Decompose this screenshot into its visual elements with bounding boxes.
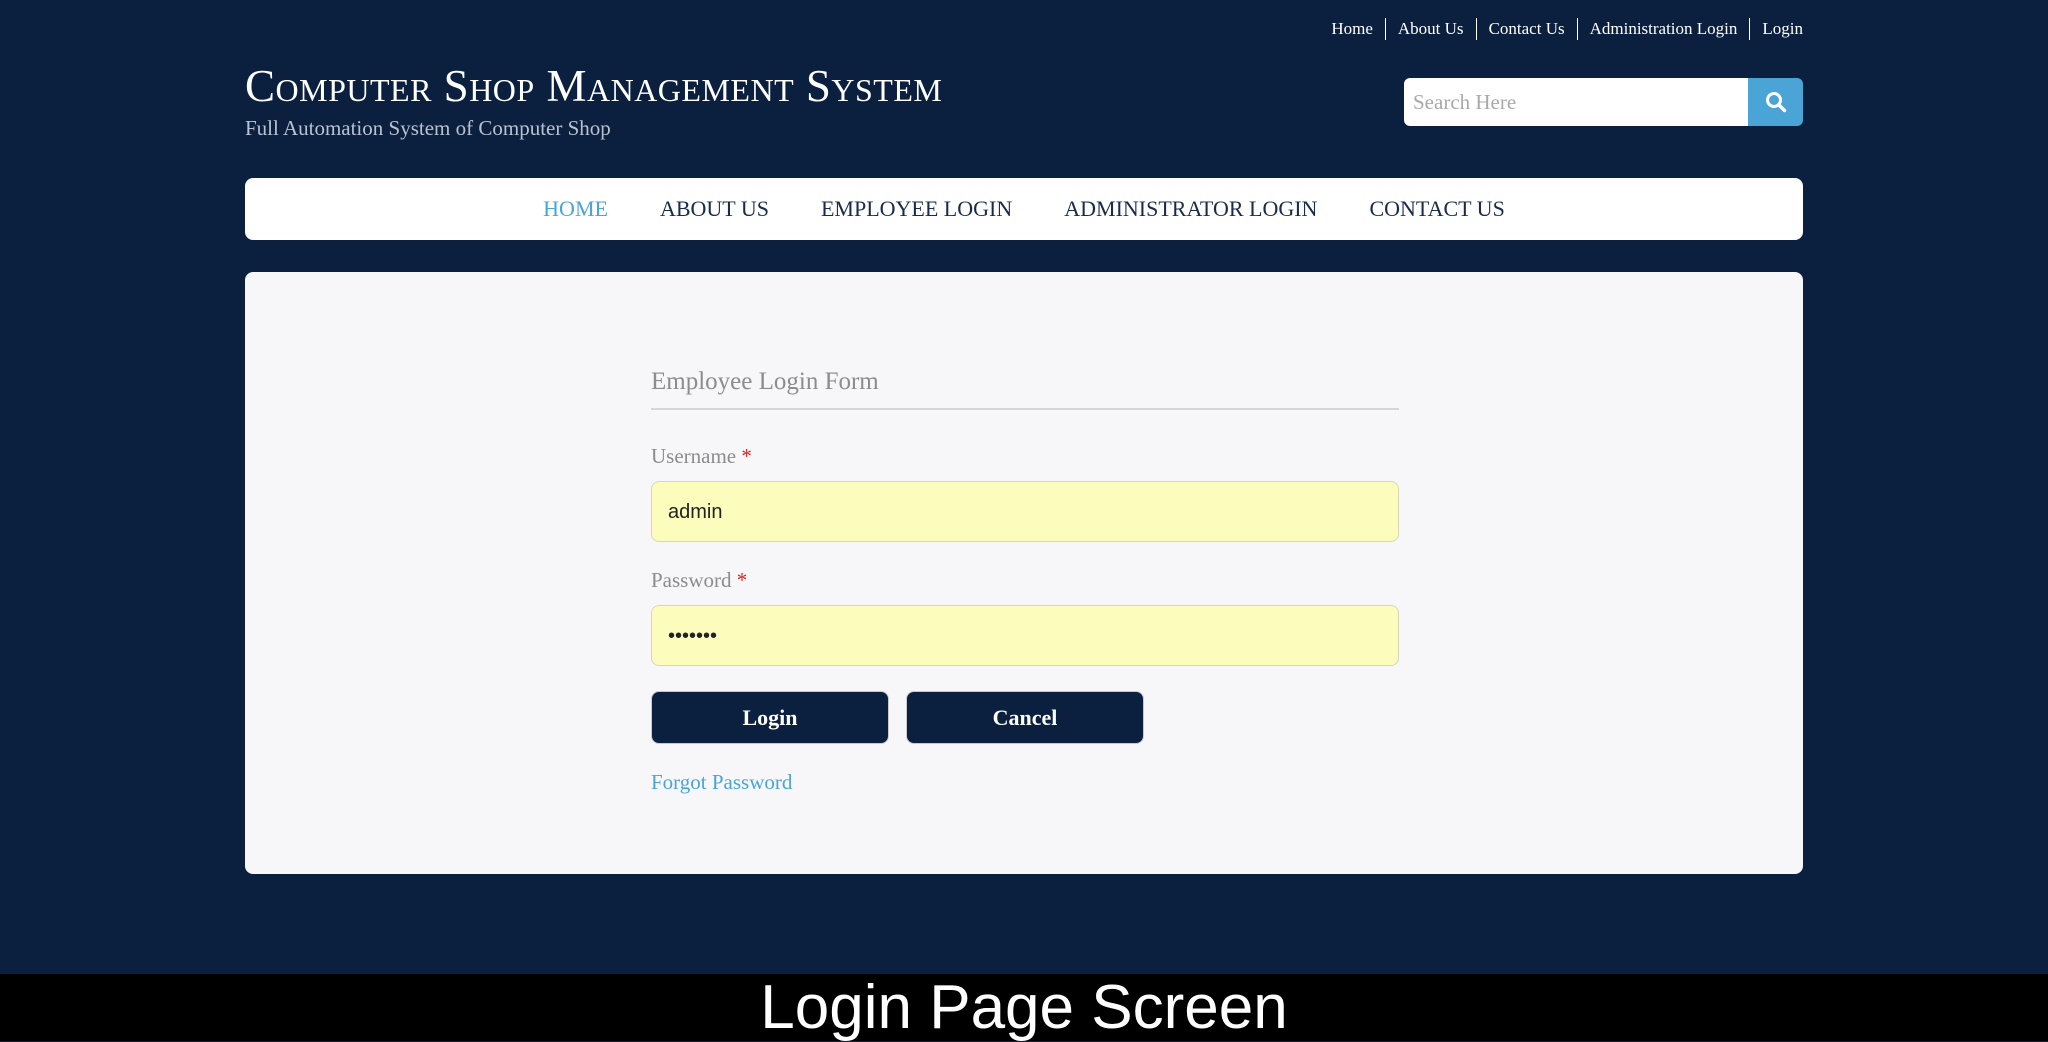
content-card: Employee Login Form Username * admin Pas… — [245, 272, 1803, 874]
password-label-text: Password — [651, 568, 732, 592]
caption-bar: Login Page Screen — [0, 974, 2048, 1041]
caption-text: Login Page Screen — [760, 973, 1288, 1042]
top-link-administration-login[interactable]: Administration Login — [1576, 18, 1750, 40]
required-marker: * — [736, 568, 748, 592]
search-box — [1404, 78, 1803, 126]
form-buttons: Login Cancel — [651, 691, 1399, 744]
top-links: Home About Us Contact Us Administration … — [1319, 18, 1803, 40]
search-button[interactable] — [1748, 78, 1803, 126]
top-link-about-us[interactable]: About Us — [1384, 18, 1476, 40]
employee-login-form: Employee Login Form Username * admin Pas… — [651, 368, 1399, 795]
nav-administrator-login[interactable]: ADMINISTRATOR LOGIN — [1064, 196, 1317, 222]
search-input[interactable] — [1404, 78, 1748, 126]
page: Home About Us Contact Us Administration … — [0, 0, 2048, 974]
nav-about-us[interactable]: ABOUT US — [660, 196, 769, 222]
cancel-button[interactable]: Cancel — [906, 691, 1144, 744]
brand: Computer Shop Management System Full Aut… — [245, 60, 942, 141]
username-input[interactable]: admin — [651, 481, 1399, 542]
site-subtitle: Full Automation System of Computer Shop — [245, 116, 611, 140]
nav-employee-login[interactable]: EMPLOYEE LOGIN — [821, 196, 1012, 222]
required-marker: * — [741, 444, 752, 468]
nav-contact-us[interactable]: CONTACT US — [1369, 196, 1504, 222]
top-link-contact-us[interactable]: Contact Us — [1475, 18, 1577, 40]
search-icon — [1765, 92, 1786, 113]
forgot-password-link[interactable]: Forgot Password — [651, 770, 792, 795]
username-label: Username * — [651, 444, 1399, 469]
username-label-text: Username — [651, 444, 737, 468]
password-label: Password * — [651, 568, 1399, 593]
password-input[interactable]: ••••••• — [651, 605, 1399, 666]
top-link-login[interactable]: Login — [1749, 18, 1803, 40]
main-nav: HOME ABOUT US EMPLOYEE LOGIN ADMINISTRAT… — [245, 178, 1803, 240]
top-link-home[interactable]: Home — [1319, 18, 1385, 40]
form-title: Employee Login Form — [651, 368, 1399, 410]
login-button[interactable]: Login — [651, 691, 889, 744]
nav-home[interactable]: HOME — [543, 196, 608, 222]
site-title: Computer Shop Management System — [245, 61, 943, 111]
